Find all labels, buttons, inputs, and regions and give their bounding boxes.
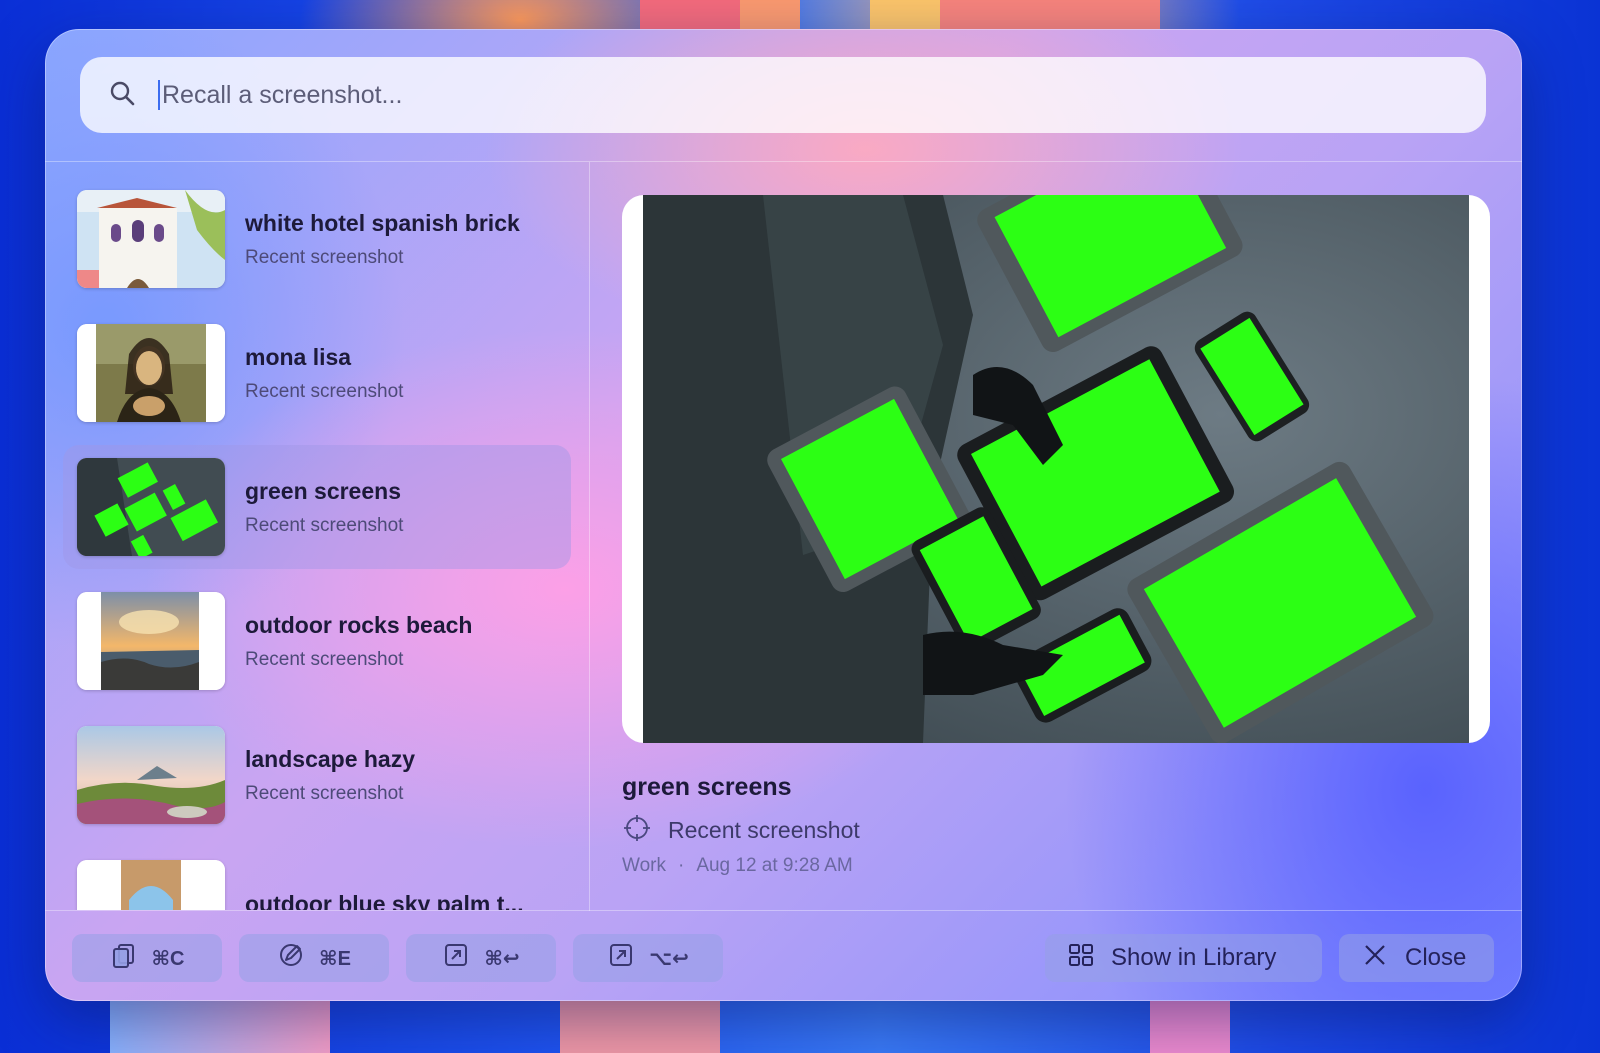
header-divider bbox=[45, 161, 1522, 162]
item-subtitle: Recent screenshot bbox=[245, 514, 404, 536]
preview-category: Work bbox=[622, 855, 666, 876]
item-subtitle: Recent screenshot bbox=[245, 380, 404, 402]
thumbnail-green-screens bbox=[77, 458, 225, 556]
show-in-library-label: Show in Library bbox=[1111, 944, 1277, 971]
open-alt-button[interactable]: ⌥↩ bbox=[573, 934, 723, 982]
preview-subtitle-row: Recent screenshot bbox=[622, 813, 860, 848]
item-title: white hotel spanish brick bbox=[245, 209, 520, 236]
pane-divider bbox=[589, 162, 590, 911]
search-input[interactable] bbox=[162, 80, 1362, 110]
list-item-selected[interactable]: green screens Recent screenshot bbox=[63, 445, 571, 569]
open-external-icon bbox=[607, 941, 635, 975]
close-icon bbox=[1361, 941, 1389, 976]
thumbnail-rocks-beach bbox=[77, 592, 225, 690]
close-button[interactable]: Close bbox=[1339, 934, 1494, 982]
item-subtitle: Recent screenshot bbox=[245, 782, 404, 804]
search-bar[interactable] bbox=[80, 57, 1486, 133]
item-title: mona lisa bbox=[245, 343, 352, 370]
edit-button[interactable]: ⌘E bbox=[239, 934, 389, 982]
item-title: outdoor rocks beach bbox=[245, 611, 473, 638]
list-item[interactable]: outdoor blue sky palm t... bbox=[63, 847, 571, 910]
search-icon bbox=[108, 79, 136, 112]
thumbnail-landscape-hazy bbox=[77, 726, 225, 824]
thumbnail-mona-lisa bbox=[77, 324, 225, 422]
text-caret bbox=[158, 80, 160, 110]
grid-icon bbox=[1067, 941, 1095, 976]
copy-shortcut: ⌘C bbox=[151, 947, 185, 970]
thumbnail-blue-sky-palm bbox=[77, 860, 225, 910]
show-in-library-button[interactable]: Show in Library bbox=[1045, 934, 1322, 982]
preview-subtitle: Recent screenshot bbox=[668, 817, 860, 843]
edit-shortcut: ⌘E bbox=[319, 947, 351, 970]
crosshair-icon bbox=[622, 813, 652, 848]
open-alt-shortcut: ⌥↩ bbox=[649, 947, 689, 970]
results-list[interactable]: white hotel spanish brick Recent screens… bbox=[63, 177, 571, 910]
item-title: green screens bbox=[245, 477, 401, 504]
open-button[interactable]: ⌘↩ bbox=[406, 934, 556, 982]
item-subtitle: Recent screenshot bbox=[245, 648, 404, 670]
preview-meta: Work · Aug 12 at 9:28 AM bbox=[622, 855, 853, 877]
list-item[interactable]: landscape hazy Recent screenshot bbox=[63, 713, 571, 837]
preview-date: Aug 12 at 9:28 AM bbox=[696, 855, 853, 876]
copy-icon bbox=[110, 941, 138, 975]
thumbnail-hotel bbox=[77, 190, 225, 288]
item-title: landscape hazy bbox=[245, 745, 416, 772]
list-item[interactable]: white hotel spanish brick Recent screens… bbox=[63, 177, 571, 301]
recall-window: white hotel spanish brick Recent screens… bbox=[45, 29, 1522, 1001]
meta-separator: · bbox=[677, 855, 685, 876]
open-shortcut: ⌘↩ bbox=[484, 947, 520, 970]
item-subtitle: Recent screenshot bbox=[245, 246, 404, 268]
list-item[interactable]: mona lisa Recent screenshot bbox=[63, 311, 571, 435]
markup-pen-icon bbox=[277, 941, 305, 975]
open-external-icon bbox=[442, 941, 470, 975]
preview-title: green screens bbox=[622, 773, 792, 801]
preview-image bbox=[622, 195, 1490, 743]
item-title: outdoor blue sky palm t... bbox=[245, 890, 524, 911]
footer-toolbar: ⌘C ⌘E ⌘↩ ⌥↩ Show in Library Close bbox=[45, 911, 1522, 1001]
copy-button[interactable]: ⌘C bbox=[72, 934, 222, 982]
close-label: Close bbox=[1405, 944, 1467, 971]
list-item[interactable]: outdoor rocks beach Recent screenshot bbox=[63, 579, 571, 703]
